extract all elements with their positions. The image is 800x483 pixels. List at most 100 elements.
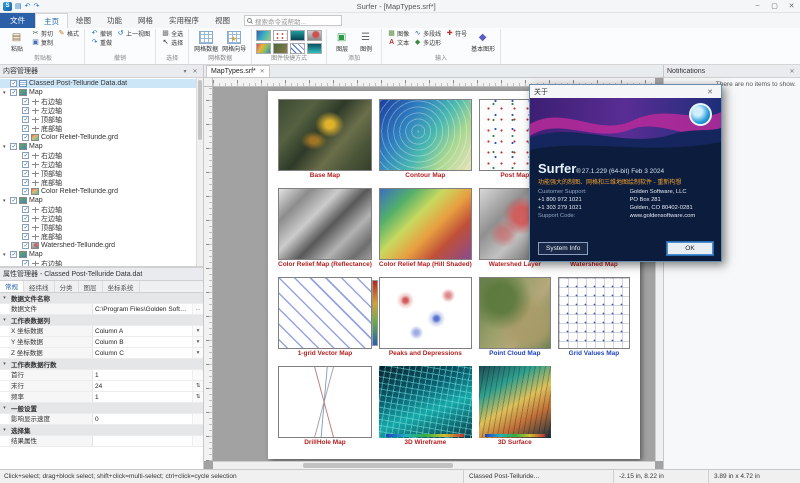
tree-checkbox[interactable] bbox=[10, 80, 17, 87]
tree-item[interactable]: ▾ Map bbox=[0, 142, 203, 151]
tree-checkbox[interactable] bbox=[22, 134, 29, 141]
tree-checkbox[interactable] bbox=[22, 206, 29, 213]
property-control-icon[interactable] bbox=[192, 436, 203, 446]
map-cell[interactable]: Point Cloud Map bbox=[479, 277, 551, 364]
property-control-icon[interactable]: ▾ bbox=[192, 348, 203, 358]
map-thumbnail[interactable] bbox=[278, 366, 372, 438]
system-info-button[interactable]: System Info bbox=[538, 242, 588, 255]
ribbon-button[interactable]: 多段线 bbox=[411, 29, 443, 38]
ribbon-button[interactable]: 全选 bbox=[159, 29, 185, 38]
section-expander-icon[interactable]: ▾ bbox=[0, 361, 9, 367]
map-thumbnail[interactable] bbox=[278, 188, 372, 260]
map-shortcut-button[interactable] bbox=[289, 29, 306, 42]
ribbon-button[interactable]: 基本图形 bbox=[469, 29, 497, 55]
tree-item[interactable]: Watershed-Telluride.grd bbox=[0, 241, 203, 250]
map-cell[interactable]: Contour Map bbox=[379, 99, 472, 186]
minimize-button[interactable]: – bbox=[749, 2, 766, 10]
map-thumbnail[interactable] bbox=[379, 277, 472, 349]
tree-checkbox[interactable] bbox=[10, 197, 17, 204]
property-value[interactable]: Column C bbox=[93, 350, 192, 357]
about-close-icon[interactable]: ✕ bbox=[703, 88, 717, 96]
tree-expander-icon[interactable]: ▾ bbox=[3, 90, 10, 96]
canvas-horizontal-scrollbar[interactable] bbox=[213, 461, 655, 469]
tree-item[interactable]: ▾ Map bbox=[0, 196, 203, 205]
scrollbar-thumb[interactable] bbox=[303, 463, 453, 468]
tree-checkbox[interactable] bbox=[22, 260, 29, 266]
ok-button[interactable]: OK bbox=[667, 242, 713, 255]
tree-item[interactable]: 顶部轴 bbox=[0, 169, 203, 178]
ribbon-button[interactable]: 撤销 bbox=[88, 29, 114, 38]
map-cell[interactable]: Color Relief Map (Reflectance) bbox=[278, 188, 372, 275]
map-thumbnail[interactable] bbox=[278, 99, 372, 171]
panel-menu-icon[interactable]: ▾ bbox=[180, 68, 190, 75]
tree-checkbox[interactable] bbox=[10, 89, 17, 96]
ribbon-tab[interactable]: 视图 bbox=[207, 13, 238, 28]
map-thumbnail[interactable] bbox=[479, 366, 551, 438]
map-shortcut-button[interactable] bbox=[255, 29, 272, 42]
property-value[interactable]: 1 bbox=[93, 372, 192, 379]
undo-icon[interactable]: ↶ bbox=[25, 2, 31, 10]
property-row[interactable]: ▾ 数据文件名称 bbox=[0, 293, 203, 304]
tree-item[interactable]: 底部轴 bbox=[0, 178, 203, 187]
tree-expander-icon[interactable]: ▾ bbox=[3, 252, 10, 258]
property-value[interactable]: C:\Program Files\Golden Software\Surfer\… bbox=[93, 306, 192, 313]
ribbon-button[interactable]: 网格向导 bbox=[220, 29, 248, 55]
ribbon-button[interactable]: 剪切 bbox=[29, 29, 55, 38]
map-cell[interactable]: DrillHole Map bbox=[278, 366, 372, 453]
ribbon-button[interactable]: 粘贴 bbox=[5, 29, 29, 55]
tree-expander-icon[interactable]: ▾ bbox=[3, 144, 10, 150]
ribbon-tab[interactable]: 网格 bbox=[130, 13, 161, 28]
property-row[interactable]: ▾ 一般设置 bbox=[0, 403, 203, 414]
save-icon[interactable]: ▤ bbox=[15, 2, 22, 10]
ribbon-button[interactable]: 图层 bbox=[330, 29, 354, 55]
map-cell[interactable]: 3D Wireframe bbox=[379, 366, 472, 453]
ribbon-button[interactable]: 选择 bbox=[159, 38, 185, 47]
map-cell[interactable]: Peaks and Depressions bbox=[379, 277, 472, 364]
tree-item[interactable]: 底部轴 bbox=[0, 232, 203, 241]
property-control-icon[interactable]: ▾ bbox=[192, 337, 203, 347]
tree-checkbox[interactable] bbox=[22, 107, 29, 114]
ribbon-button[interactable]: 图像 bbox=[385, 29, 411, 38]
tree-checkbox[interactable] bbox=[10, 251, 17, 258]
tree-item[interactable]: Color Relief-Telluride.grd bbox=[0, 133, 203, 142]
tree-checkbox[interactable] bbox=[22, 161, 29, 168]
tree-item[interactable]: 左边轴 bbox=[0, 106, 203, 115]
ribbon-button[interactable]: 重做 bbox=[88, 38, 114, 47]
property-value[interactable]: 1 bbox=[93, 394, 192, 401]
map-cell[interactable]: 3D Surface bbox=[479, 366, 551, 453]
map-cell[interactable]: 1-grid Vector Map bbox=[278, 277, 372, 364]
property-tab[interactable]: 常规 bbox=[0, 281, 24, 292]
map-cell[interactable]: Grid Values Map bbox=[558, 277, 630, 364]
scrollbar-thumb[interactable] bbox=[198, 80, 202, 140]
section-expander-icon[interactable]: ▾ bbox=[0, 295, 9, 301]
property-row[interactable]: ▾ 工作表数据列 bbox=[0, 315, 203, 326]
property-tab[interactable]: 经纬线 bbox=[24, 281, 55, 292]
tree-checkbox[interactable] bbox=[22, 233, 29, 240]
property-value[interactable]: 24 bbox=[93, 383, 192, 390]
property-row[interactable]: 数据文件 C:\Program Files\Golden Software\Su… bbox=[0, 304, 203, 315]
tree-item[interactable]: 顶部轴 bbox=[0, 115, 203, 124]
property-control-icon[interactable] bbox=[192, 370, 203, 380]
ribbon-tab[interactable]: 实用程序 bbox=[161, 13, 207, 28]
tree-item[interactable]: 右边轴 bbox=[0, 97, 203, 106]
property-control-icon[interactable]: ▾ bbox=[192, 326, 203, 336]
map-shortcut-button[interactable] bbox=[272, 42, 289, 55]
property-row[interactable]: Z 坐标数据 Column C ▾ bbox=[0, 348, 203, 359]
tree-item[interactable]: Color Relief-Telluride.grd bbox=[0, 187, 203, 196]
tree-item[interactable]: 底部轴 bbox=[0, 124, 203, 133]
property-control-icon[interactable]: … bbox=[192, 304, 203, 314]
ribbon-button[interactable]: 复制 bbox=[29, 38, 55, 47]
property-tab[interactable]: 图层 bbox=[79, 281, 103, 292]
maximize-button[interactable]: ▢ bbox=[766, 2, 783, 10]
map-thumbnail[interactable] bbox=[379, 99, 472, 171]
tree-item[interactable]: Classed Post-Telluride Data.dat bbox=[0, 79, 203, 88]
map-cell[interactable] bbox=[558, 366, 630, 453]
tree-checkbox[interactable] bbox=[22, 152, 29, 159]
property-row[interactable]: 首行 1 bbox=[0, 370, 203, 381]
property-row[interactable]: 末行 24 ⇅ bbox=[0, 381, 203, 392]
ribbon-button[interactable]: 符号 bbox=[443, 29, 469, 38]
property-row[interactable]: 影响显示速度 0 bbox=[0, 414, 203, 425]
tree-checkbox[interactable] bbox=[22, 188, 29, 195]
ribbon-tab[interactable]: 功能 bbox=[99, 13, 130, 28]
tree-checkbox[interactable] bbox=[22, 224, 29, 231]
